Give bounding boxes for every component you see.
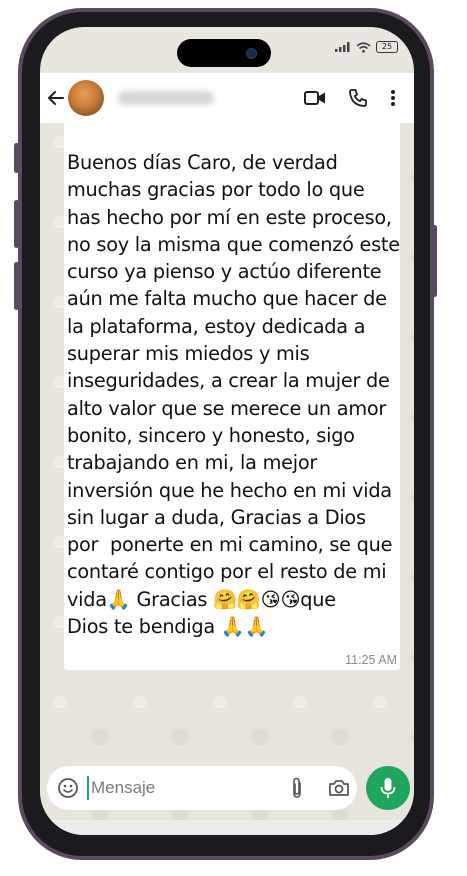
camera-icon[interactable] — [328, 779, 350, 797]
message-line: inseguridades, a crear la mujer de — [67, 369, 390, 393]
message-line: muchas gracias por todo lo que — [67, 178, 365, 202]
message-line: has hecho por mí en este proceso, — [67, 205, 392, 229]
message-line: curso ya pienso y actúo diferente — [67, 260, 382, 284]
dynamic-island — [177, 39, 271, 67]
phone-screen: 25 Buenos días Caro, de verdad muchas gr… — [40, 27, 414, 835]
battery-icon: 25 — [376, 41, 398, 53]
message-line: vida🙏 Gracias 🤗🤗😘😘que — [67, 587, 336, 611]
message-line: Dios te bendiga 🙏🙏 — [67, 615, 269, 639]
message-line: bonito, sincero y honesto, sigo — [67, 423, 355, 447]
phone-side-button — [14, 262, 19, 310]
message-line: no soy la misma que comenzó este — [67, 232, 400, 256]
message-line: aún me falta mucho que hacer de — [67, 287, 387, 311]
signal-icon — [335, 42, 350, 52]
header-actions — [304, 88, 396, 108]
phone-side-button — [432, 225, 437, 297]
status-icons: 25 — [335, 41, 398, 53]
message-timestamp: 11:25 AM — [345, 653, 397, 667]
message-input[interactable] — [87, 776, 273, 800]
front-camera-icon — [246, 48, 257, 59]
contact-name-blurred[interactable] — [118, 91, 214, 105]
phone-icon[interactable] — [348, 88, 368, 108]
more-vertical-icon[interactable] — [390, 89, 396, 107]
home-indicator-area — [40, 820, 414, 835]
wifi-icon — [356, 41, 371, 53]
message-line: superar mis miedos y mis — [67, 342, 310, 366]
microphone-icon — [380, 778, 396, 798]
emoji-smiley-icon[interactable] — [57, 777, 79, 799]
microphone-button[interactable] — [366, 766, 410, 810]
message-line: trabajando en mi, la mejor — [67, 451, 318, 475]
message-line: la plataforma, estoy dedicada a — [67, 314, 366, 338]
message-line: contaré contigo por el resto de mi — [67, 560, 387, 584]
message-line: Buenos días Caro, de verdad — [67, 151, 338, 174]
video-camera-icon[interactable] — [304, 90, 326, 106]
message-text: Buenos días Caro, de verdad muchas graci… — [67, 149, 400, 640]
chat-header — [40, 73, 414, 123]
message-line: sin lugar a duda, Gracias a Dios — [67, 505, 366, 529]
composer-bar — [47, 766, 357, 810]
phone-side-button — [14, 200, 19, 248]
avatar[interactable] — [68, 80, 104, 116]
paperclip-icon[interactable] — [290, 777, 304, 799]
message-line: alto valor que se merece un amor — [67, 396, 387, 420]
message-bubble[interactable]: Buenos días Caro, de verdad muchas graci… — [64, 117, 400, 670]
arrow-left-icon[interactable] — [46, 86, 66, 110]
status-bar: 25 — [40, 27, 414, 67]
phone-side-button — [14, 143, 19, 173]
message-line: por ponerte en mi camino, se que — [67, 533, 393, 557]
message-line: inversión que he hecho en mi vida — [67, 478, 392, 502]
